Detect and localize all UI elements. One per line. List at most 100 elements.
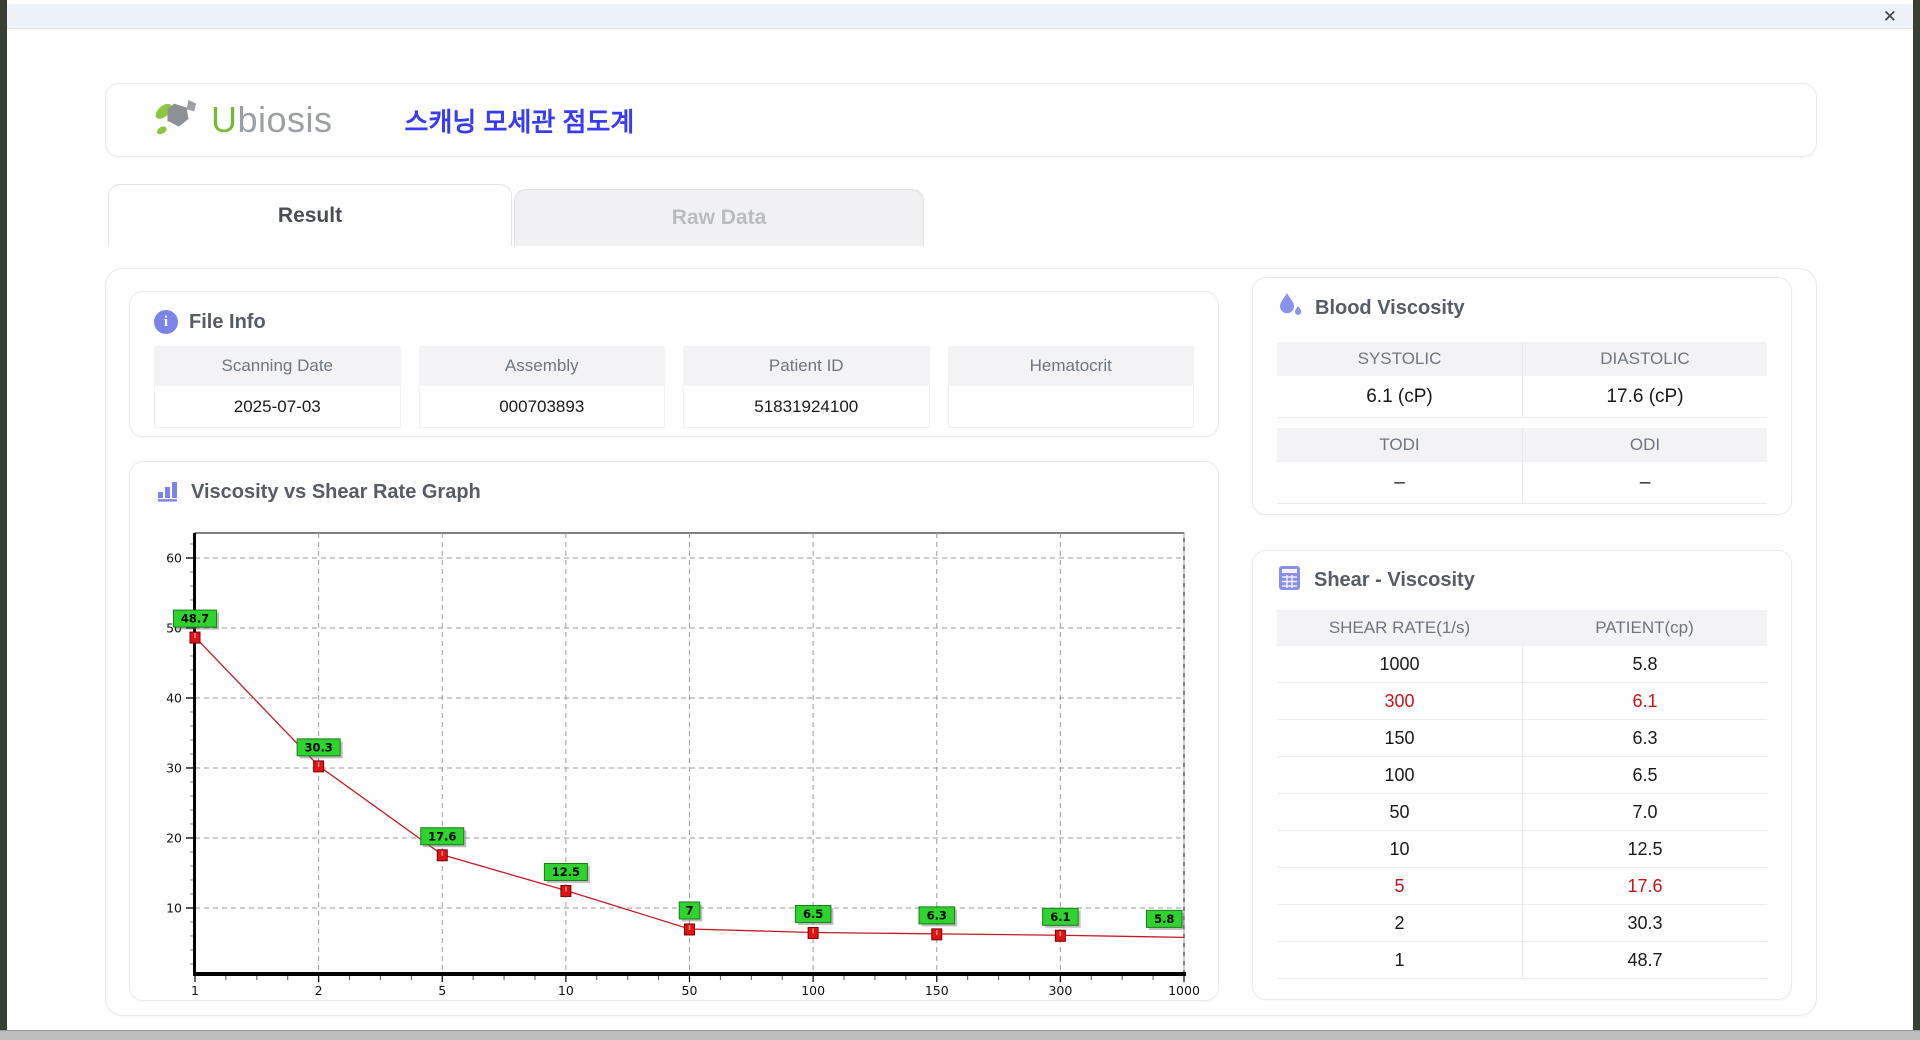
svg-text:10: 10 (558, 983, 574, 998)
table-row: 5 17.6 (1277, 868, 1767, 905)
shear-viscosity-section: Shear - Viscosity SHEAR RATE(1/s) PATIEN… (1252, 550, 1792, 1000)
taskbar-strip (0, 1030, 1920, 1040)
shear-rate-cell: 5 (1277, 868, 1522, 905)
field-assembly: Assembly 000703893 (418, 346, 665, 428)
tab-raw-data[interactable]: Raw Data (514, 189, 924, 246)
odi-header: ODI (1522, 428, 1767, 462)
svg-text:5.8: 5.8 (1154, 912, 1174, 926)
table-row: 1 48.7 (1277, 942, 1767, 979)
shear-table-body: 1000 5.8 300 6.1 150 6.3 100 6.5 50 7.0 … (1277, 646, 1767, 979)
table-icon (1277, 565, 1303, 596)
field-hematocrit: Hematocrit (947, 346, 1194, 428)
patient-cell: 30.3 (1522, 905, 1767, 942)
svg-text:40: 40 (166, 690, 182, 705)
shear-viscosity-title: Shear - Viscosity (1314, 569, 1475, 591)
shear-rate-cell: 50 (1277, 794, 1522, 831)
field-value: 000703893 (418, 386, 665, 428)
field-label: Scanning Date (154, 346, 401, 386)
todi-value: – (1277, 462, 1522, 504)
svg-text:5: 5 (438, 983, 446, 998)
svg-text:100: 100 (801, 983, 825, 998)
app-window: ✕ Ubiosis 스캐닝 모세관 점도계 Result Raw Data i … (7, 0, 1913, 1030)
viscosity-chart: 10 20 30 40 50 60 1 2 5 10 50 100 150 300 1000 48.7 30.3… (130, 516, 1220, 1002)
field-patient-id: Patient ID 51831924100 (683, 346, 930, 428)
file-info-section: i File Info Scanning Date 2025-07-03 Ass… (129, 291, 1219, 437)
tab-result[interactable]: Result (108, 184, 512, 246)
field-value (947, 386, 1194, 428)
field-label: Assembly (418, 346, 665, 386)
svg-text:48.7: 48.7 (181, 612, 209, 626)
viscosity-graph-section: Viscosity vs Shear Rate Graph 10 20 30 40 50… (129, 461, 1219, 1001)
patient-cell: 17.6 (1522, 868, 1767, 905)
svg-text:30: 30 (166, 760, 182, 775)
svg-text:30.3: 30.3 (304, 740, 332, 754)
shear-rate-cell: 2 (1277, 905, 1522, 942)
svg-text:20: 20 (166, 830, 182, 845)
diastolic-value: 17.6 (cP) (1522, 376, 1767, 418)
patient-cell: 7.0 (1522, 794, 1767, 831)
field-scanning-date: Scanning Date 2025-07-03 (154, 346, 401, 428)
svg-text:6.3: 6.3 (927, 908, 947, 922)
file-info-title: File Info (189, 310, 266, 333)
close-icon[interactable]: ✕ (1883, 6, 1897, 27)
table-row: 150 6.3 (1277, 720, 1767, 757)
app-title: 스캐닝 모세관 점도계 (404, 106, 635, 137)
shear-rate-column-header: SHEAR RATE(1/s) (1277, 610, 1522, 646)
svg-text:1: 1 (191, 983, 199, 998)
svg-text:2: 2 (315, 983, 323, 998)
todi-header: TODI (1277, 428, 1522, 462)
svg-text:7: 7 (685, 903, 693, 917)
patient-cell: 48.7 (1522, 942, 1767, 979)
shear-rate-cell: 150 (1277, 720, 1522, 757)
odi-value: – (1522, 462, 1767, 504)
table-row: 300 6.1 (1277, 683, 1767, 720)
patient-cell: 6.3 (1522, 720, 1767, 757)
patient-cell: 12.5 (1522, 831, 1767, 868)
systolic-value: 6.1 (cP) (1277, 376, 1522, 418)
result-panel: i File Info Scanning Date 2025-07-03 Ass… (105, 268, 1817, 1016)
droplet-icon (1277, 292, 1304, 324)
svg-text:17.6: 17.6 (428, 829, 456, 843)
shear-rate-cell: 10 (1277, 831, 1522, 868)
table-row: 1000 5.8 (1277, 646, 1767, 683)
field-label: Hematocrit (947, 346, 1194, 386)
brand-name: Ubiosis (211, 99, 333, 140)
table-row: 10 12.5 (1277, 831, 1767, 868)
svg-text:6.1: 6.1 (1050, 910, 1070, 924)
shear-rate-cell: 1000 (1277, 646, 1522, 683)
patient-column-header: PATIENT(cp) (1522, 610, 1767, 646)
shear-rate-cell: 100 (1277, 757, 1522, 794)
svg-text:6.5: 6.5 (803, 907, 823, 921)
ubiosis-logo-icon (153, 97, 201, 144)
shear-rate-cell: 1 (1277, 942, 1522, 979)
field-label: Patient ID (683, 346, 930, 386)
bar-chart-icon (156, 478, 180, 507)
svg-text:50: 50 (682, 983, 698, 998)
file-info-grid: Scanning Date 2025-07-03 Assembly 000703… (154, 346, 1194, 428)
blood-viscosity-title: Blood Viscosity (1315, 296, 1465, 319)
window-titlebar: ✕ (7, 4, 1913, 29)
blood-viscosity-section: Blood Viscosity SYSTOLIC DIASTOLIC 6.1 (… (1252, 277, 1792, 515)
app-header: Ubiosis 스캐닝 모세관 점도계 (105, 83, 1817, 157)
svg-text:1000: 1000 (1168, 983, 1200, 998)
shear-rate-cell: 300 (1277, 683, 1522, 720)
desktop-background: ✕ Ubiosis 스캐닝 모세관 점도계 Result Raw Data i … (0, 0, 1920, 1040)
patient-cell: 5.8 (1522, 646, 1767, 683)
patient-cell: 6.5 (1522, 757, 1767, 794)
table-row: 100 6.5 (1277, 757, 1767, 794)
blood-viscosity-table: SYSTOLIC DIASTOLIC 6.1 (cP) 17.6 (cP) TO… (1277, 342, 1767, 504)
table-row: 2 30.3 (1277, 905, 1767, 942)
graph-title: Viscosity vs Shear Rate Graph (191, 481, 481, 503)
svg-text:12.5: 12.5 (552, 865, 580, 879)
field-value: 51831924100 (683, 386, 930, 428)
svg-text:150: 150 (925, 983, 949, 998)
field-value: 2025-07-03 (154, 386, 401, 428)
table-row: 50 7.0 (1277, 794, 1767, 831)
svg-text:300: 300 (1048, 983, 1072, 998)
info-icon: i (154, 310, 178, 334)
svg-text:60: 60 (166, 550, 182, 565)
svg-text:10: 10 (166, 900, 182, 915)
patient-cell: 6.1 (1522, 683, 1767, 720)
diastolic-header: DIASTOLIC (1522, 342, 1767, 376)
systolic-header: SYSTOLIC (1277, 342, 1522, 376)
